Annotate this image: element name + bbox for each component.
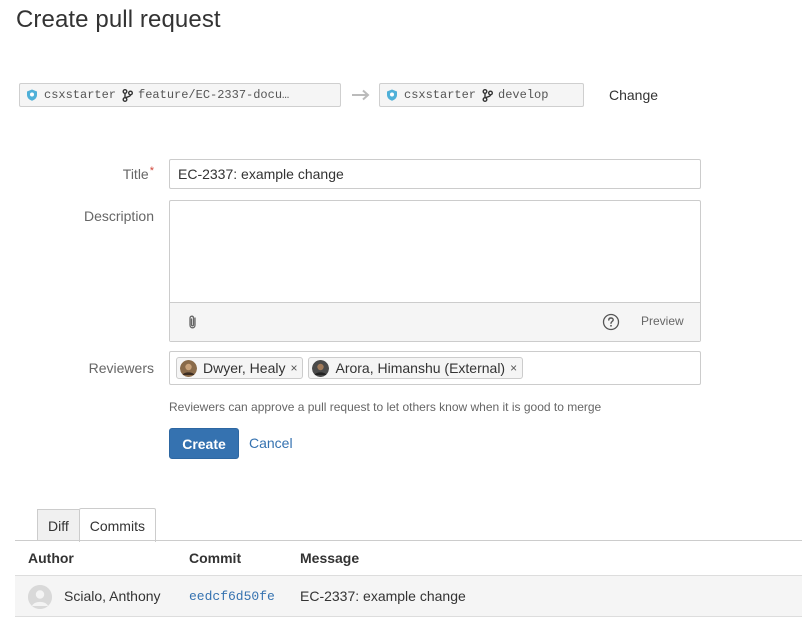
branch-icon: [122, 88, 134, 102]
required-marker: *: [149, 165, 154, 177]
repo-icon: [27, 89, 37, 101]
description-label: Description: [83, 208, 154, 224]
commit-author: Scialo, Anthony: [64, 588, 161, 604]
reviewers-input[interactable]: Dwyer, Healy × Arora, Himanshu (External…: [169, 351, 701, 385]
tab-bar: Diff Commits: [37, 507, 156, 542]
repo-icon: [387, 89, 397, 101]
paperclip-icon[interactable]: [186, 314, 200, 330]
commits-table-header: Author Commit Message: [15, 541, 802, 575]
description-toolbar: Preview: [170, 302, 700, 341]
target-branch-name: develop: [498, 88, 549, 102]
reviewer-chip: Dwyer, Healy ×: [176, 357, 304, 379]
column-header-commit: Commit: [189, 550, 242, 566]
cancel-link[interactable]: Cancel: [249, 435, 293, 451]
reviewers-label: Reviewers: [88, 360, 154, 376]
avatar-icon: [312, 359, 330, 377]
source-repo-name: csxstarter: [44, 88, 117, 102]
source-branch-name: feature/EC-2337-docu…: [138, 88, 290, 102]
help-icon[interactable]: [602, 313, 620, 331]
branch-selector: csxstarter feature/EC-2337-docu… csxstar…: [19, 83, 658, 107]
commit-message: EC-2337: example change: [300, 588, 466, 604]
change-branches-link[interactable]: Change: [609, 87, 658, 103]
avatar-icon: [180, 359, 197, 377]
description-editor: Preview: [169, 200, 701, 342]
description-textarea[interactable]: [170, 201, 700, 302]
table-row: Scialo, Anthony eedcf6d50fe EC-2337: exa…: [15, 575, 802, 617]
reviewer-name: Arora, Himanshu (External): [335, 360, 506, 376]
branch-icon: [482, 88, 494, 102]
reviewer-name: Dwyer, Healy: [203, 360, 286, 376]
tab-diff[interactable]: Diff: [37, 509, 79, 541]
reviewers-help-text: Reviewers can approve a pull request to …: [169, 400, 602, 414]
page-title: Create pull request: [16, 6, 221, 33]
target-repo-name: csxstarter: [404, 88, 477, 102]
target-branch-selector[interactable]: csxstarter develop: [379, 83, 584, 107]
arrow-right-icon: [351, 89, 371, 101]
avatar-icon: [28, 585, 52, 609]
remove-reviewer-button[interactable]: ×: [290, 361, 297, 375]
source-branch-selector[interactable]: csxstarter feature/EC-2337-docu…: [19, 83, 341, 107]
title-label-text: Title: [122, 166, 149, 182]
title-input[interactable]: [169, 159, 701, 189]
create-button[interactable]: Create: [169, 428, 239, 459]
column-header-author: Author: [28, 550, 74, 566]
title-label: Title*: [122, 165, 154, 182]
remove-reviewer-button[interactable]: ×: [510, 361, 517, 375]
reviewer-chip: Arora, Himanshu (External) ×: [308, 357, 524, 379]
commit-hash-link[interactable]: eedcf6d50fe: [189, 589, 275, 604]
column-header-message: Message: [300, 550, 360, 566]
preview-button[interactable]: Preview: [641, 314, 684, 328]
tab-commits[interactable]: Commits: [78, 508, 156, 542]
